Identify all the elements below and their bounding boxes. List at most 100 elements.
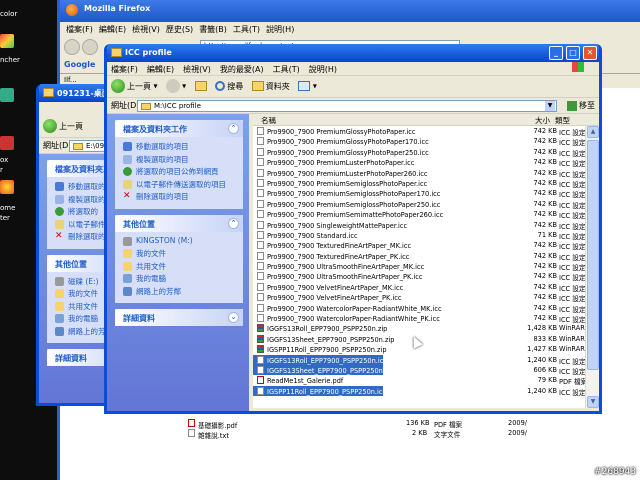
- file-rows: Pro9900_7900 PremiumGlossyPhotoPaper.icc…: [253, 126, 599, 397]
- desktop-icon[interactable]: [0, 180, 22, 196]
- file-name: Pro9900_7900 PremiumGlossyPhotoPaper250.…: [267, 148, 429, 157]
- file-row[interactable]: Pro9900_7900 VelvetFineArtPaper_PK.icc 74…: [253, 292, 599, 303]
- folder-icon: [55, 289, 64, 298]
- email-icon: [123, 179, 132, 189]
- task-email[interactable]: 以電子郵件傳送選取的項目: [123, 179, 237, 192]
- file-row[interactable]: IGGFS13Roll_EPP7900_PSPP250n.zip 1,428 KB…: [253, 323, 599, 333]
- ff-menu-file[interactable]: 檔案(F): [66, 25, 93, 34]
- file-row[interactable]: Pro9900_7900 PremiumGlossyPhotoPaper250.…: [253, 147, 599, 158]
- task-move[interactable]: 移動選取的項目: [123, 141, 237, 154]
- file-row[interactable]: Pro9900_7900 PremiumSemiglossPhotoPaper2…: [253, 199, 599, 210]
- column-header-type[interactable]: 類型: [555, 115, 570, 126]
- menu-file[interactable]: 檔案(F): [111, 65, 138, 74]
- collapse-chevron-icon[interactable]: ⌃: [228, 123, 239, 134]
- file-row[interactable]: Pro9900_7900 SingleweightMattePaper.icc 7…: [253, 220, 599, 231]
- file-row[interactable]: Pro9900_7900 UltraSmoothFineArtPaper_MK.…: [253, 261, 599, 272]
- icc-file-icon: [257, 262, 264, 271]
- menu-help[interactable]: 說明(H): [309, 65, 337, 74]
- folder-icon: [111, 48, 122, 57]
- desktop-icon[interactable]: [0, 34, 22, 50]
- folders-button[interactable]: 資料夾: [251, 81, 290, 92]
- file-row[interactable]: Pro9900_7900 PremiumLusterPhotoPaper260.…: [253, 168, 599, 179]
- ff-menu-bookmarks[interactable]: 書籤(B): [199, 25, 227, 34]
- panel-header[interactable]: 詳細資料 ⌄: [115, 309, 243, 326]
- file-row[interactable]: Pro9900_7900 Standard.icc 71 KB ICC 設定檔: [253, 230, 599, 241]
- file-row[interactable]: Pro9900_7900 WatercolorPaper-RadiantWhit…: [253, 303, 599, 314]
- place-shared-documents[interactable]: 共用文件: [123, 261, 237, 274]
- ff-menu-help[interactable]: 說明(H): [266, 25, 294, 34]
- task-delete[interactable]: ✕ 刪除選取的項目: [123, 191, 237, 204]
- icc-file-icon: [257, 189, 264, 198]
- file-row[interactable]: IGGFS13Roll_EPP7900_PSPP250n.icc 1,240 KB…: [253, 354, 592, 366]
- expand-chevron-icon[interactable]: ⌄: [228, 312, 239, 323]
- forward-button[interactable]: ▾: [166, 79, 186, 93]
- ff-tab[interactable]: Ilf...: [64, 76, 77, 84]
- panel-header[interactable]: 檔案及資料夾工作 ⌃: [115, 120, 243, 137]
- file-row[interactable]: IGSPP11Roll_EPP7900_PSPP250n.zip 1,427 KB…: [253, 344, 599, 354]
- task-copy[interactable]: 複製選取的項目: [123, 154, 237, 167]
- file-size: 742 KB: [533, 137, 557, 146]
- minimize-button[interactable]: _: [549, 46, 563, 60]
- menu-favorites[interactable]: 我的最愛(A): [220, 65, 264, 74]
- ff-menu-view[interactable]: 檢視(V): [132, 25, 160, 34]
- file-row[interactable]: Pro9900_7900 TexturedFineArtPaper_PK.icc…: [253, 251, 599, 262]
- explorer-window-icc-profile[interactable]: ICC profile _ □ ✕ 檔案(F) 編輯(E) 檢視(V) 我的最愛(A)…: [104, 44, 602, 414]
- search-button[interactable]: 搜尋: [215, 81, 243, 92]
- file-size: 742 KB: [533, 272, 557, 281]
- desktop-icon[interactable]: [0, 136, 22, 152]
- file-row[interactable]: IGGFS13Sheet_EPP7900_PSPP250n.zip 833 KB W…: [253, 334, 599, 344]
- ff-menu-tools[interactable]: 工具(T): [233, 25, 260, 34]
- place-my-documents[interactable]: 我的文件: [123, 248, 237, 261]
- place-kingston-drive[interactable]: KINGSTON (M:): [123, 236, 237, 249]
- file-row[interactable]: IGSPP11Roll_EPP7900_PSPP250n.icc 1,240 KB…: [253, 385, 592, 397]
- file-row[interactable]: ReadMe1st_Galerie.pdf 79 KB PDF 檔案: [253, 375, 599, 386]
- file-row[interactable]: Pro9900_7900 PremiumSemiglossPhotoPaper1…: [253, 188, 599, 199]
- views-button[interactable]: ▾: [298, 81, 317, 91]
- collapse-chevron-icon[interactable]: ⌃: [228, 217, 239, 229]
- table-row[interactable]: 雜雜說.txt 2 KB 文字文件 2009/: [188, 428, 588, 440]
- go-button[interactable]: 移至: [567, 100, 595, 111]
- file-row[interactable]: Pro9900_7900 WatercolorPaper-RadiantWhit…: [253, 313, 599, 324]
- maximize-button[interactable]: □: [566, 46, 580, 60]
- file-row[interactable]: Pro9900_7900 TexturedFineArtPaper_MK.icc…: [253, 240, 599, 251]
- ff-menu-history[interactable]: 歷史(S): [166, 25, 193, 34]
- file-row[interactable]: Pro9900_7900 PremiumSemimattePhotoPaper2…: [253, 209, 599, 220]
- column-header-name[interactable]: 名稱: [261, 115, 276, 126]
- file-size: 606 KB: [533, 365, 557, 374]
- address-dropdown-icon[interactable]: ▼: [545, 101, 555, 111]
- task-publish[interactable]: 將選取的項目公佈到網頁: [123, 166, 237, 179]
- menu-view[interactable]: 檢視(V): [183, 65, 211, 74]
- menu-edit[interactable]: 編輯(E): [147, 65, 174, 74]
- panel-header[interactable]: 其他位置 ⌃: [115, 214, 243, 232]
- place-network[interactable]: 網路上的芳鄰: [123, 286, 237, 299]
- file-row[interactable]: Pro9900_7900 VelvetFineArtPaper_MK.icc 74…: [253, 282, 599, 293]
- scroll-thumb[interactable]: [587, 140, 599, 370]
- google-logo[interactable]: Google: [64, 60, 95, 69]
- up-folder-button[interactable]: [194, 81, 207, 91]
- column-header-size[interactable]: 大小: [535, 115, 550, 126]
- table-row[interactable]: 基礎攝影.pdf 136 KB PDF 檔案 2009/: [188, 418, 588, 430]
- menu-tools[interactable]: 工具(T): [273, 65, 300, 74]
- vertical-scrollbar[interactable]: ▲ ▼: [585, 126, 599, 408]
- scroll-up-button[interactable]: ▲: [587, 126, 599, 138]
- file-row[interactable]: IGGFS13Sheet_EPP7900_PSPP250n.icc 606 KB I…: [253, 364, 592, 376]
- file-row[interactable]: Pro9900_7900 UltraSmoothFineArtPaper_PK.…: [253, 271, 599, 282]
- address-input[interactable]: M:\ICC profile ▼: [137, 100, 557, 112]
- task-pane: 檔案及資料夾工作 ⌃ 移動選取的項目 複製選取的項目 將選取的項目公佈到網頁 以電…: [107, 114, 249, 411]
- ff-forward-button[interactable]: [82, 39, 98, 55]
- firefox-titlebar[interactable]: Mozilla Firefox: [60, 0, 640, 22]
- back-button[interactable]: 上一頁 ▾: [111, 79, 158, 93]
- file-row[interactable]: Pro9900_7900 PremiumSemiglossPhotoPaper.…: [253, 178, 599, 189]
- close-button[interactable]: ✕: [583, 46, 597, 60]
- scroll-down-button[interactable]: ▼: [587, 396, 599, 408]
- file-row[interactable]: Pro9900_7900 PremiumGlossyPhotoPaper170.…: [253, 136, 599, 147]
- back-button[interactable]: 上一頁: [43, 119, 83, 133]
- file-row[interactable]: Pro9900_7900 PremiumGlossyPhotoPaper.icc…: [253, 126, 599, 137]
- place-my-computer[interactable]: 我的電腦: [123, 273, 237, 286]
- ff-back-button[interactable]: [64, 39, 80, 55]
- window-titlebar[interactable]: ICC profile _ □ ✕: [107, 44, 599, 62]
- desktop-icon[interactable]: [0, 88, 22, 104]
- delete-x-icon: ✕: [55, 231, 63, 241]
- ff-menu-edit[interactable]: 編輯(E): [99, 25, 126, 34]
- file-row[interactable]: Pro9900_7900 PremiumLusterPhotoPaper.icc…: [253, 157, 599, 168]
